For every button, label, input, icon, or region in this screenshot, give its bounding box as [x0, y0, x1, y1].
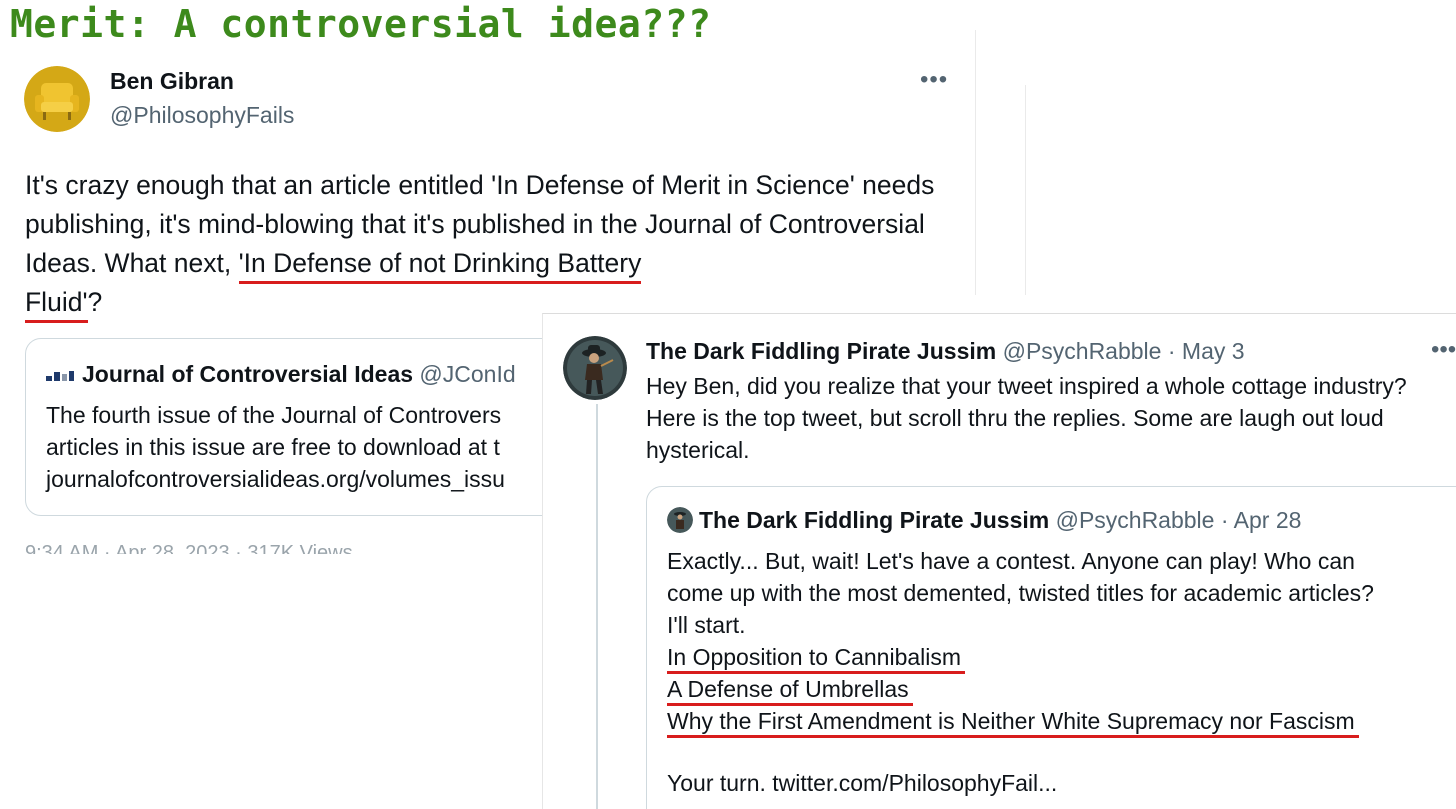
quoted-tweet-header: Journal of Controversial Ideas @JConId: [46, 361, 516, 388]
text-line: hysterical.: [646, 437, 750, 463]
avatar: [667, 507, 693, 533]
quoted-author-handle: @PsychRabble: [1055, 507, 1215, 533]
quoted-tweet-header: The Dark Fiddling Pirate Jussim @PsychRa…: [667, 507, 1301, 534]
closing-line[interactable]: Your turn. twitter.com/PhilosophyFail...: [667, 767, 1374, 799]
armchair-icon: [24, 66, 90, 132]
link-text[interactable]: journalofcontroversialideas.org/volumes_…: [46, 463, 505, 495]
slide-title: Merit: A controversial idea???: [10, 2, 712, 46]
layout-divider: [975, 30, 976, 295]
reply-tweet-header: The Dark Fiddling Pirate Jussim @PsychRa…: [646, 338, 1245, 365]
line-spacer: [667, 737, 1374, 767]
tweet-text: Hey Ben, did you realize that your tweet…: [646, 370, 1456, 466]
reply-tweet: The Dark Fiddling Pirate Jussim @PsychRa…: [542, 313, 1456, 809]
layout-divider: [1025, 85, 1026, 295]
more-horizontal-icon[interactable]: •••: [920, 66, 948, 94]
text-line: The fourth issue of the Journal of Contr…: [46, 402, 502, 428]
text-line: Here is the top tweet, but scroll thru t…: [646, 405, 1384, 431]
quoted-author-name: The Dark Fiddling Pirate Jussim: [699, 507, 1050, 533]
quoted-tweet[interactable]: Journal of Controversial Ideas @JConId T…: [25, 338, 587, 516]
author-name[interactable]: Ben Gibran: [110, 68, 234, 95]
pirate-avatar-icon: [667, 507, 693, 533]
text-line: Hey Ben, did you realize that your tweet…: [646, 373, 1407, 399]
journal-logo-icon: [46, 370, 74, 381]
author-handle[interactable]: @PsychRabble: [1003, 338, 1162, 364]
tweet-text: It's crazy enough that an article entitl…: [25, 166, 955, 323]
avatar[interactable]: [563, 336, 627, 400]
more-horizontal-icon[interactable]: •••: [1431, 336, 1456, 364]
quoted-tweet-text: Exactly... But, wait! Let's have a conte…: [667, 545, 1374, 799]
quoted-author-handle: @JConId: [419, 361, 516, 387]
avatar[interactable]: [24, 66, 90, 132]
tweet-text-part: ?: [87, 287, 103, 317]
author-name[interactable]: The Dark Fiddling Pirate Jussim: [646, 338, 996, 364]
timestamp[interactable]: 9:34 AM · Apr 28, 2023 · 317K Views: [25, 540, 425, 554]
underlined-phrase: 'In Defense of not Drinking Battery: [238, 248, 642, 284]
underlined-phrase: Fluid': [25, 287, 88, 323]
underlined-title: A Defense of Umbrellas: [667, 676, 913, 706]
thread-line: [596, 404, 598, 809]
text-line: I'll start.: [667, 612, 746, 638]
text-line: Exactly... But, wait! Let's have a conte…: [667, 548, 1355, 574]
text-line: articles in this issue are free to downl…: [46, 434, 500, 460]
text-line: come up with the most demented, twisted …: [667, 580, 1374, 606]
title-line: In Opposition to Cannibalism: [667, 641, 1374, 674]
tweet-date[interactable]: · May 3: [1168, 338, 1245, 364]
quoted-tweet-text: The fourth issue of the Journal of Contr…: [46, 399, 505, 495]
quoted-tweet[interactable]: The Dark Fiddling Pirate Jussim @PsychRa…: [646, 486, 1456, 809]
title-line: Why the First Amendment is Neither White…: [667, 705, 1374, 738]
title-line: A Defense of Umbrellas: [667, 673, 1374, 706]
pirate-avatar-icon: [563, 336, 627, 400]
underlined-title: In Opposition to Cannibalism: [667, 644, 966, 674]
underlined-title: Why the First Amendment is Neither White…: [667, 708, 1359, 738]
author-handle[interactable]: @PhilosophyFails: [110, 102, 294, 129]
quoted-tweet-date: · Apr 28: [1220, 507, 1302, 533]
quoted-author-name: Journal of Controversial Ideas: [82, 361, 414, 387]
